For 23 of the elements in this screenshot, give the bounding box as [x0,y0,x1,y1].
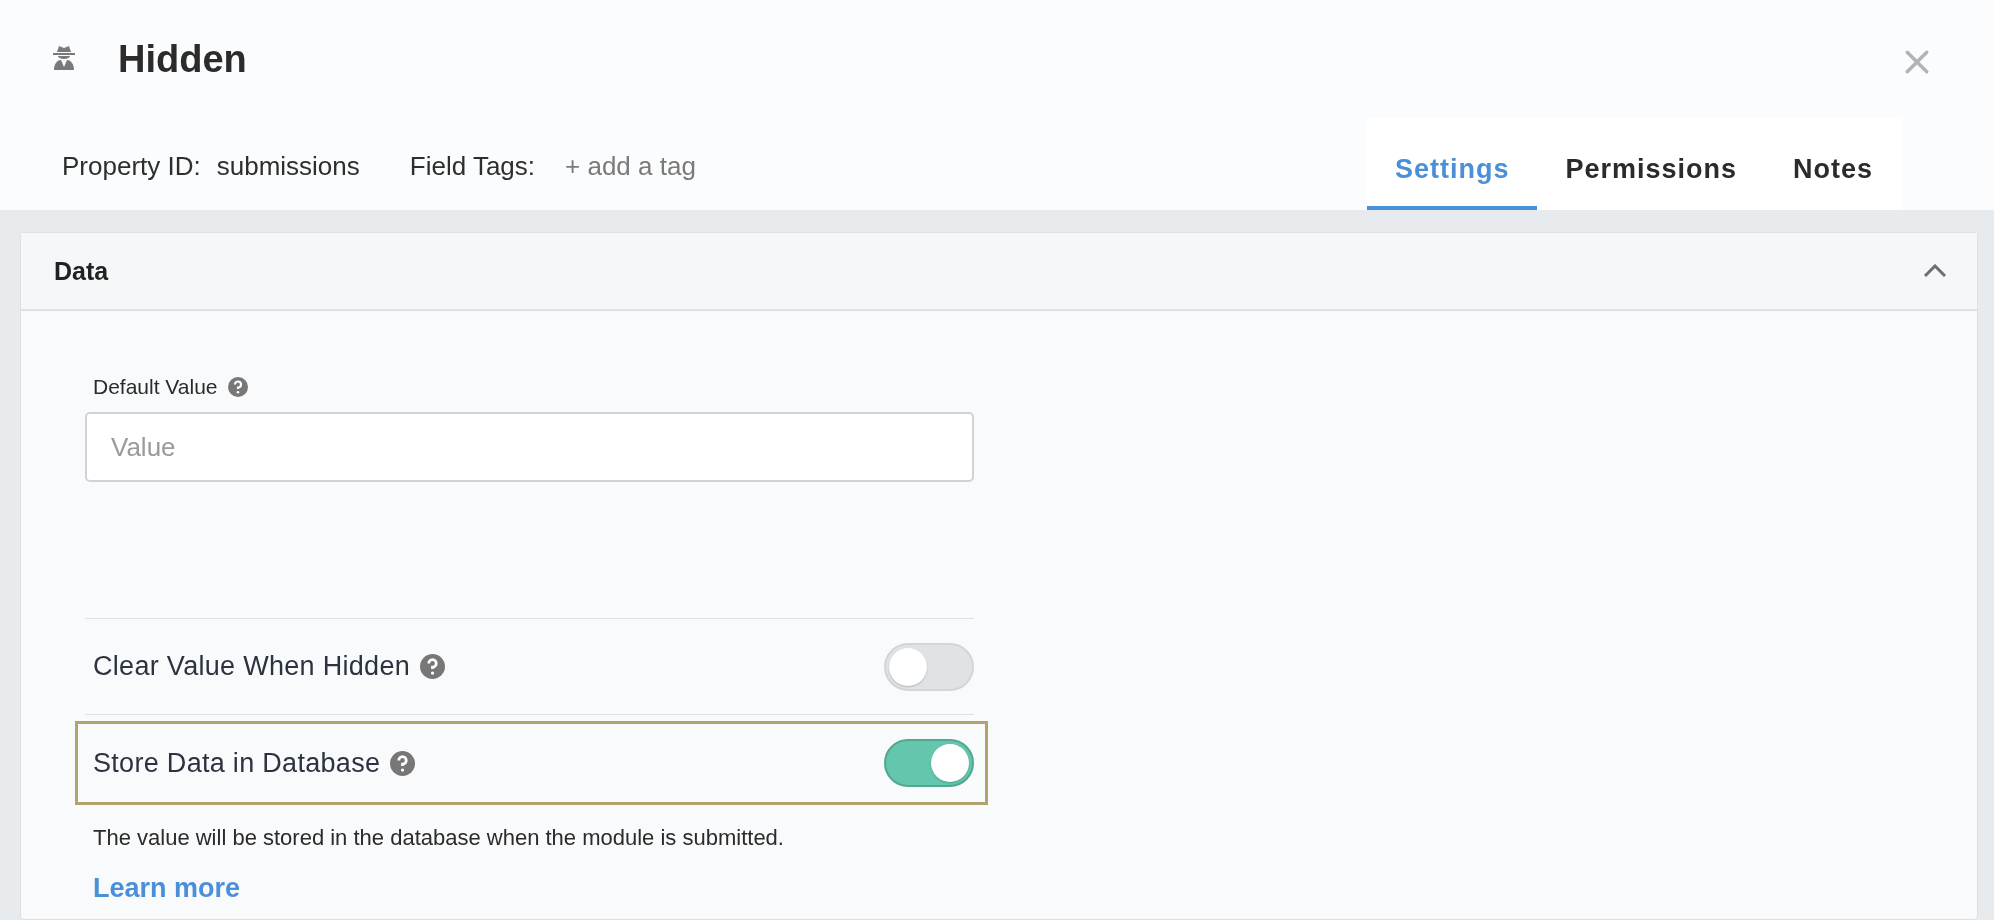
chevron-up-icon [1923,264,1947,278]
field-tags-label: Field Tags: [409,151,536,182]
tab[interactable]: Settings [1366,118,1538,210]
help-icon [390,750,416,776]
default-value-label: Default Value [93,375,218,399]
default-value-input[interactable]: Value [85,412,974,482]
help-icon [227,377,248,397]
toggle-switch[interactable] [884,642,974,691]
close-icon [1904,49,1930,75]
toggle-switch[interactable] [884,739,974,787]
section-title: Data [54,256,109,286]
property-id-label: Property ID: [62,151,201,182]
learn-more-link[interactable]: Learn more [93,873,241,904]
setting-label: Store Data in Database [93,747,381,779]
description-text: The value will be stored in the database when the module is submitted. [93,825,785,851]
tab[interactable]: Permissions [1537,118,1765,210]
tab[interactable]: Notes [1765,118,1901,210]
window-title: Hidden [118,37,247,81]
add-tag-link[interactable]: + add a tag [565,151,696,182]
spy-icon [50,43,78,71]
setting-label: Clear Value When Hidden [93,651,411,682]
property-id-value: submissions [216,151,360,182]
help-icon [420,654,446,679]
